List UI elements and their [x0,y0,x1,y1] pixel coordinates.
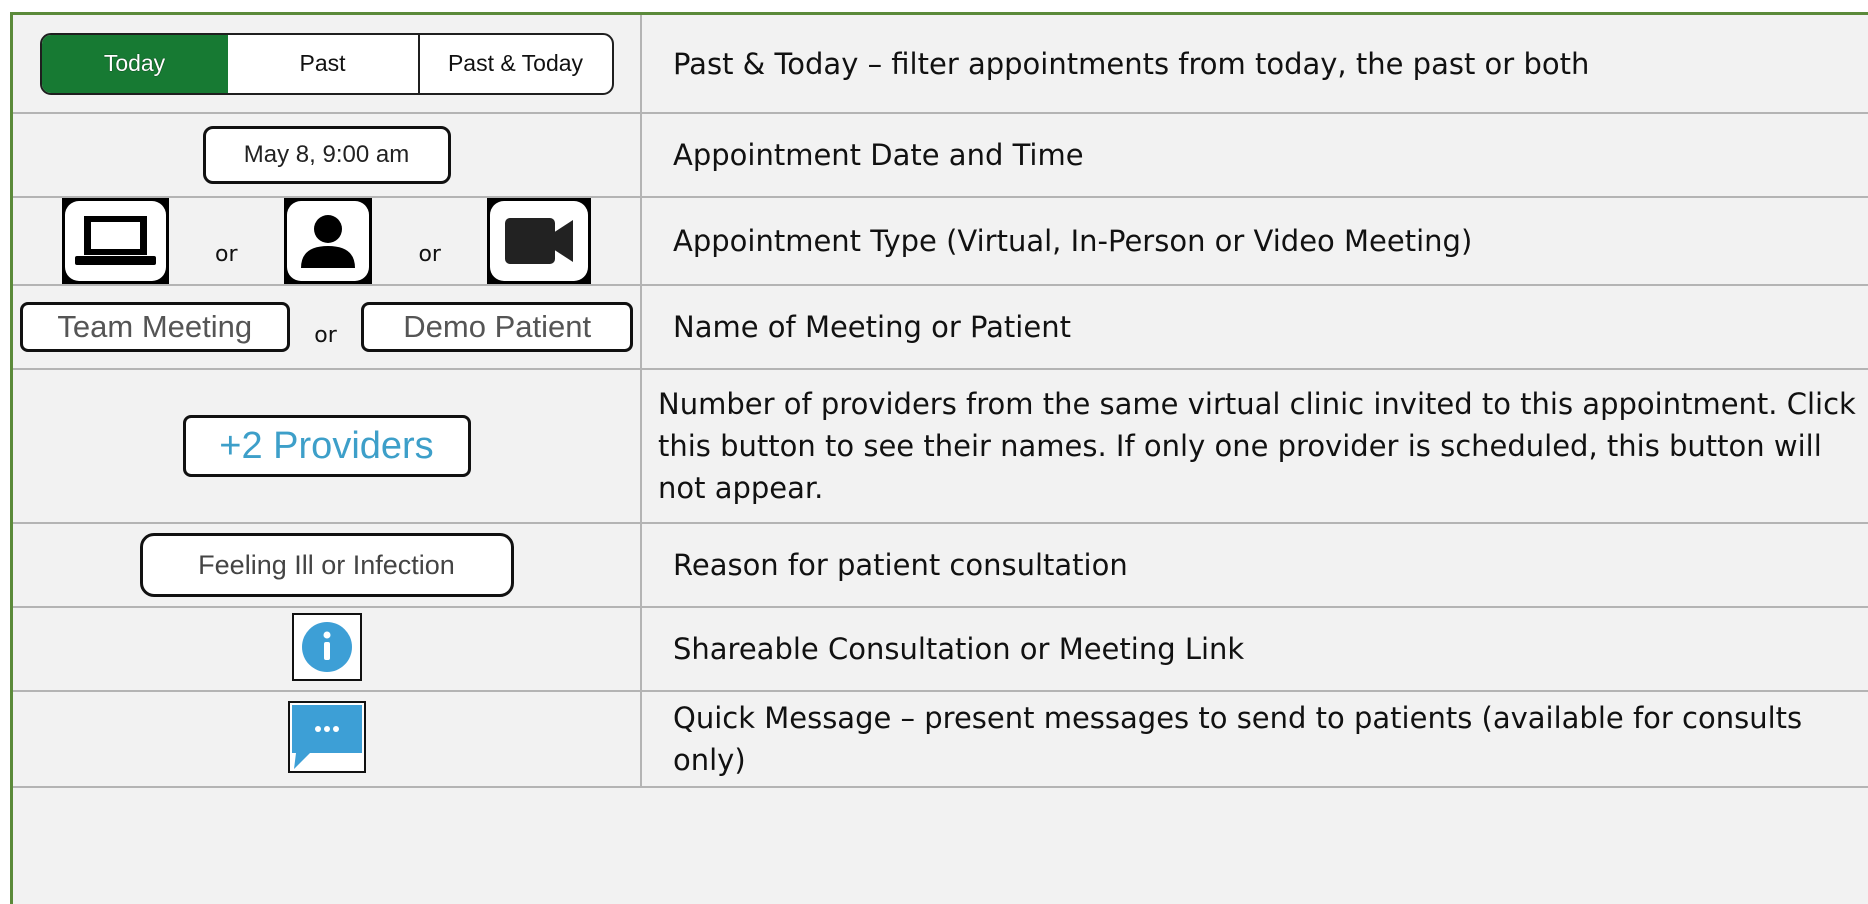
video-camera-icon [487,198,592,284]
message-icon[interactable] [287,700,366,778]
row-description: Quick Message – present messages to send… [641,691,1868,788]
icon-cell: Team Meeting or Demo Patient [13,285,642,370]
row-description: Appointment Date and Time [641,113,1868,198]
row-description: Shareable Consultation or Meeting Link [641,607,1868,692]
providers-button[interactable]: +2 Providers [182,415,471,477]
row-description: Number of providers from the same virtua… [641,369,1868,524]
appointment-date-badge: May 8, 9:00 am [202,126,451,184]
consultation-reason-badge: Feeling Ill or Infection [139,533,514,597]
row-description: Reason for patient consultation [641,523,1868,608]
row-description: Appointment Type (Virtual, In-Person or … [641,197,1868,286]
segment-today[interactable]: Today [41,34,228,93]
segment-past-and-today[interactable]: Past & Today [420,35,612,93]
table-row: Quick Message – present messages to send… [13,691,1868,788]
legend-table: Today Past Past & Today Past & Today – f… [13,15,1868,788]
table-row: or or Appointment Type (Virtual, In-Pers… [13,197,1868,286]
table-row: Team Meeting or Demo Patient Name of Mee… [13,285,1868,370]
row-description: Name of Meeting or Patient [641,285,1868,370]
legend-frame: Today Past Past & Today Past & Today – f… [10,12,1868,904]
icon-cell: +2 Providers [13,369,642,524]
icon-cell: Today Past Past & Today [13,15,642,114]
info-icon[interactable] [291,612,362,686]
meeting-name-label: Team Meeting [19,302,290,352]
table-row: Feeling Ill or Infection Reason for pati… [13,523,1868,608]
segment-past[interactable]: Past [228,34,420,93]
or-separator: or [418,241,441,267]
table-row: +2 Providers Number of providers from th… [13,369,1868,524]
or-separator: or [314,322,337,348]
table-row: Shareable Consultation or Meeting Link [13,607,1868,692]
icon-cell: or or [13,197,642,286]
table-row: Today Past Past & Today Past & Today – f… [13,15,1868,114]
laptop-icon [61,198,169,284]
icon-cell: May 8, 9:00 am [13,113,642,198]
icon-cell [13,691,642,788]
patient-name-label: Demo Patient [361,302,634,352]
table-row: May 8, 9:00 am Appointment Date and Time [13,113,1868,198]
icon-cell: Feeling Ill or Infection [13,523,642,608]
person-icon [284,198,372,284]
row-description: Past & Today – filter appointments from … [641,15,1868,114]
date-filter-segmented-control[interactable]: Today Past Past & Today [39,32,614,95]
or-separator: or [215,241,238,267]
icon-cell [13,607,642,692]
